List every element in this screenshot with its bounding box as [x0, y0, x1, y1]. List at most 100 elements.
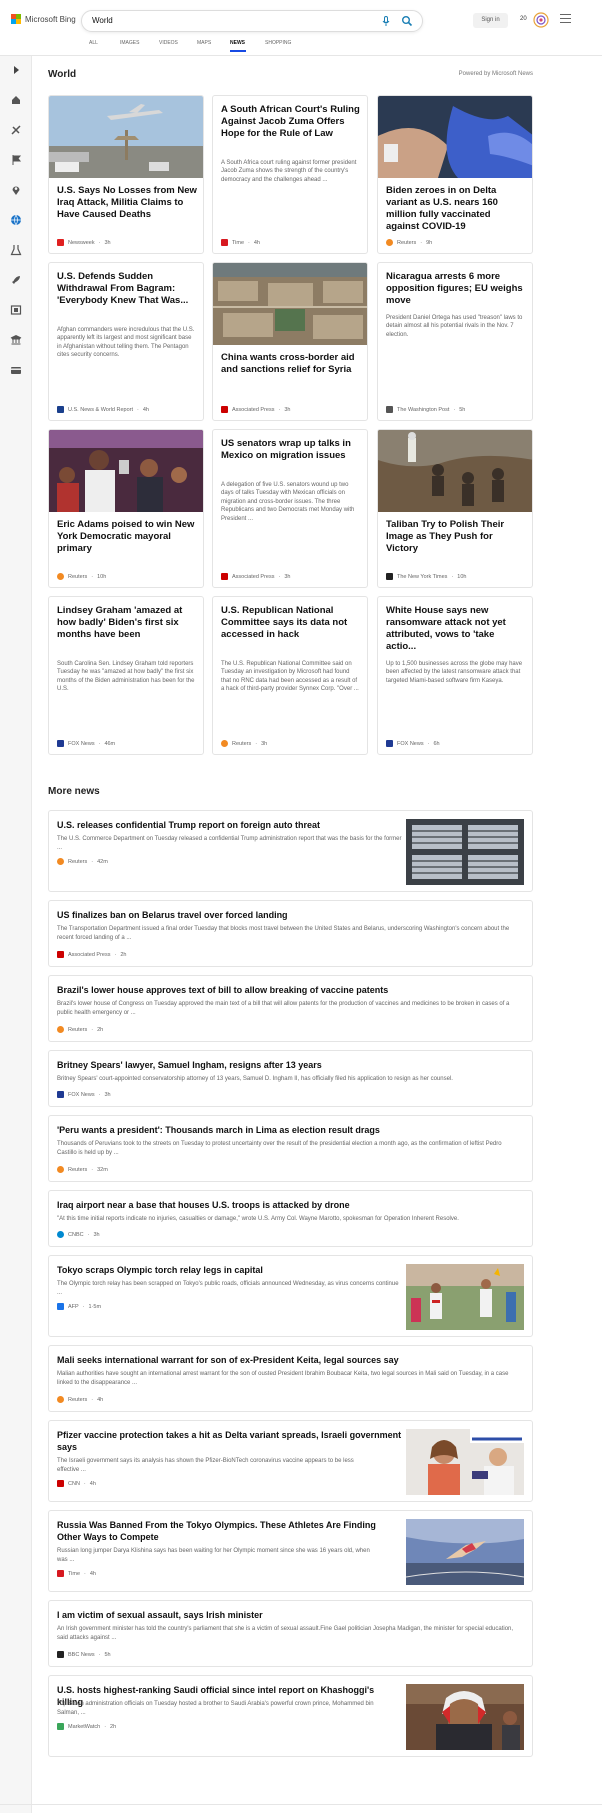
flag-icon[interactable]	[10, 154, 22, 166]
cnbc-logo-icon	[57, 1231, 64, 1238]
globe-icon[interactable]	[10, 214, 22, 226]
card-source: The Washington Post · 5h	[386, 406, 465, 413]
news-card[interactable]: U.S. Republican National Committee says …	[212, 596, 368, 755]
ap-logo-icon	[57, 951, 64, 958]
list-item-snippet: Malian authorities have sought an intern…	[57, 1371, 509, 1386]
page-footer-divider	[0, 1804, 602, 1805]
list-item[interactable]: Russia Was Banned From the Tokyo Olympic…	[48, 1510, 533, 1592]
card-title[interactable]: U.S. Republican National Committee says …	[221, 605, 361, 641]
tab-shopping[interactable]: SHOPPING	[265, 40, 305, 55]
news-card[interactable]: A South African Court's Ruling Against J…	[212, 95, 368, 254]
list-item[interactable]: US finalizes ban on Belarus travel over …	[48, 900, 533, 967]
card-title[interactable]: US senators wrap up talks in Mexico on m…	[221, 438, 361, 462]
tab-all[interactable]: ALL	[89, 40, 120, 55]
search-query[interactable]: World	[92, 16, 113, 25]
reuters-logo-icon	[57, 1026, 64, 1033]
ap-logo-icon	[221, 573, 228, 580]
list-item-title[interactable]: Pfizer vaccine protection takes a hit as…	[57, 1429, 402, 1453]
list-item[interactable]: Britney Spears' lawyer, Samuel Ingham, r…	[48, 1050, 533, 1107]
rewards-icon[interactable]	[533, 12, 549, 28]
list-item-snippet: Top Biden administration officials on Tu…	[57, 1701, 374, 1716]
tab-news[interactable]: NEWS	[230, 40, 265, 55]
card-title[interactable]: Nicaragua arrests 6 more opposition figu…	[386, 271, 526, 307]
list-item-image	[406, 1429, 524, 1495]
card-title[interactable]: China wants cross-border aid and sanctio…	[221, 352, 361, 376]
list-item-title[interactable]: 'Peru wants a president': Thousands marc…	[57, 1124, 517, 1136]
news-card[interactable]: Biden zeroes in on Delta variant as U.S.…	[377, 95, 533, 254]
card-title[interactable]: Biden zeroes in on Delta variant as U.S.…	[386, 185, 526, 233]
list-item[interactable]: Tokyo scraps Olympic torch relay legs in…	[48, 1255, 533, 1337]
powered-by[interactable]: Powered by Microsoft News	[459, 71, 533, 77]
list-item-title[interactable]: US finalizes ban on Belarus travel over …	[57, 909, 517, 921]
search-tabs: ALL IMAGES VIDEOS MAPS NEWS SHOPPING	[89, 40, 305, 55]
sign-in-button[interactable]: Sign in	[473, 13, 508, 28]
rocket-icon[interactable]	[10, 274, 22, 286]
list-item[interactable]: I am victim of sexual assault, says Iris…	[48, 1600, 533, 1667]
list-item-title[interactable]: Mali seeks international warrant for son…	[57, 1354, 517, 1366]
chevron-right-icon[interactable]	[10, 64, 22, 76]
card-snippet: President Daniel Ortega has used "treaso…	[386, 315, 523, 338]
tab-videos[interactable]: VIDEOS	[159, 40, 197, 55]
list-item-source: Reuters · 2h	[57, 1026, 103, 1033]
news-card[interactable]: Eric Adams poised to win New York Democr…	[48, 429, 204, 588]
marketwatch-logo-icon	[57, 1723, 64, 1730]
news-card[interactable]: Nicaragua arrests 6 more opposition figu…	[377, 262, 533, 421]
card-title[interactable]: U.S. Says No Losses from New Iraq Attack…	[57, 185, 197, 221]
card-title[interactable]: Lindsey Graham 'amazed at how badly' Bid…	[57, 605, 197, 641]
card-title[interactable]: Taliban Try to Polish Their Image as The…	[386, 519, 526, 555]
reuters-logo-icon	[57, 1396, 64, 1403]
news-card[interactable]: U.S. Defends Sudden Withdrawal From Bagr…	[48, 262, 204, 421]
rewards-points[interactable]: 20	[520, 16, 527, 22]
news-card[interactable]: U.S. Says No Losses from New Iraq Attack…	[48, 95, 204, 254]
card-title[interactable]: White House says new ransomware attack n…	[386, 605, 526, 653]
list-item-title[interactable]: Tokyo scraps Olympic torch relay legs in…	[57, 1264, 397, 1276]
search-icon[interactable]	[401, 15, 413, 27]
card-source: The New York Times · 10h	[386, 573, 466, 580]
list-item-title[interactable]: U.S. releases confidential Trump report …	[57, 819, 397, 831]
menu-icon[interactable]	[560, 14, 571, 24]
news-card[interactable]: Lindsey Graham 'amazed at how badly' Bid…	[48, 596, 204, 755]
news-card[interactable]: Taliban Try to Polish Their Image as The…	[377, 429, 533, 588]
card-title[interactable]: U.S. Defends Sudden Withdrawal From Bagr…	[57, 271, 197, 307]
list-item-title[interactable]: Britney Spears' lawyer, Samuel Ingham, r…	[57, 1059, 517, 1071]
list-item-title[interactable]: Iraq airport near a base that houses U.S…	[57, 1199, 517, 1211]
top-header: Microsoft Bing World Sign in 20 ALL IMAG…	[0, 0, 602, 56]
bank-icon[interactable]	[10, 334, 22, 346]
list-item[interactable]: U.S. releases confidential Trump report …	[48, 810, 533, 892]
home-icon[interactable]	[10, 94, 22, 106]
news-card[interactable]: US senators wrap up talks in Mexico on m…	[212, 429, 368, 588]
bing-logo[interactable]: Microsoft Bing	[11, 14, 76, 24]
list-item-title[interactable]: Russia Was Banned From the Tokyo Olympic…	[57, 1519, 402, 1543]
tab-images[interactable]: IMAGES	[120, 40, 159, 55]
card-title[interactable]: Eric Adams poised to win New York Democr…	[57, 519, 197, 555]
list-item[interactable]: Pfizer vaccine protection takes a hit as…	[48, 1420, 533, 1502]
card-snippet: Up to 1,500 businesses across the globe …	[386, 661, 523, 684]
news-card[interactable]: China wants cross-border aid and sanctio…	[212, 262, 368, 421]
list-item-source: CNBC · 3h	[57, 1231, 100, 1238]
list-item[interactable]: 'Peru wants a president': Thousands marc…	[48, 1115, 533, 1182]
science-icon[interactable]	[10, 244, 22, 256]
list-item[interactable]: Iraq airport near a base that houses U.S…	[48, 1190, 533, 1247]
tab-maps[interactable]: MAPS	[197, 40, 230, 55]
location-pin-icon[interactable]	[10, 184, 22, 196]
search-input[interactable]: World	[81, 10, 423, 32]
card-source: U.S. News & World Report · 4h	[57, 406, 149, 413]
fox-news-logo-icon	[386, 740, 393, 747]
list-item-snippet: An Irish government minister has told th…	[57, 1626, 514, 1641]
list-item-title[interactable]: Brazil's lower house approves text of bi…	[57, 984, 517, 996]
news-card[interactable]: White House says new ransomware attack n…	[377, 596, 533, 755]
list-item[interactable]: Brazil's lower house approves text of bi…	[48, 975, 533, 1042]
list-item-title[interactable]: I am victim of sexual assault, says Iris…	[57, 1609, 517, 1621]
sports-icon[interactable]	[10, 124, 22, 136]
microphone-icon[interactable]	[380, 15, 392, 27]
list-item-snippet: The Transportation Department issued a f…	[57, 926, 510, 941]
card-title[interactable]: A South African Court's Ruling Against J…	[221, 104, 361, 140]
reuters-logo-icon	[57, 573, 64, 580]
list-item-source: FOX News · 3h	[57, 1091, 111, 1098]
card-icon[interactable]	[10, 364, 22, 376]
list-item[interactable]: Mali seeks international warrant for son…	[48, 1345, 533, 1412]
list-item[interactable]: U.S. hosts highest-ranking Saudi officia…	[48, 1675, 533, 1757]
list-item-snippet: Britney Spears' court-appointed conserva…	[57, 1076, 453, 1082]
film-icon[interactable]	[10, 304, 22, 316]
card-image	[213, 263, 367, 345]
